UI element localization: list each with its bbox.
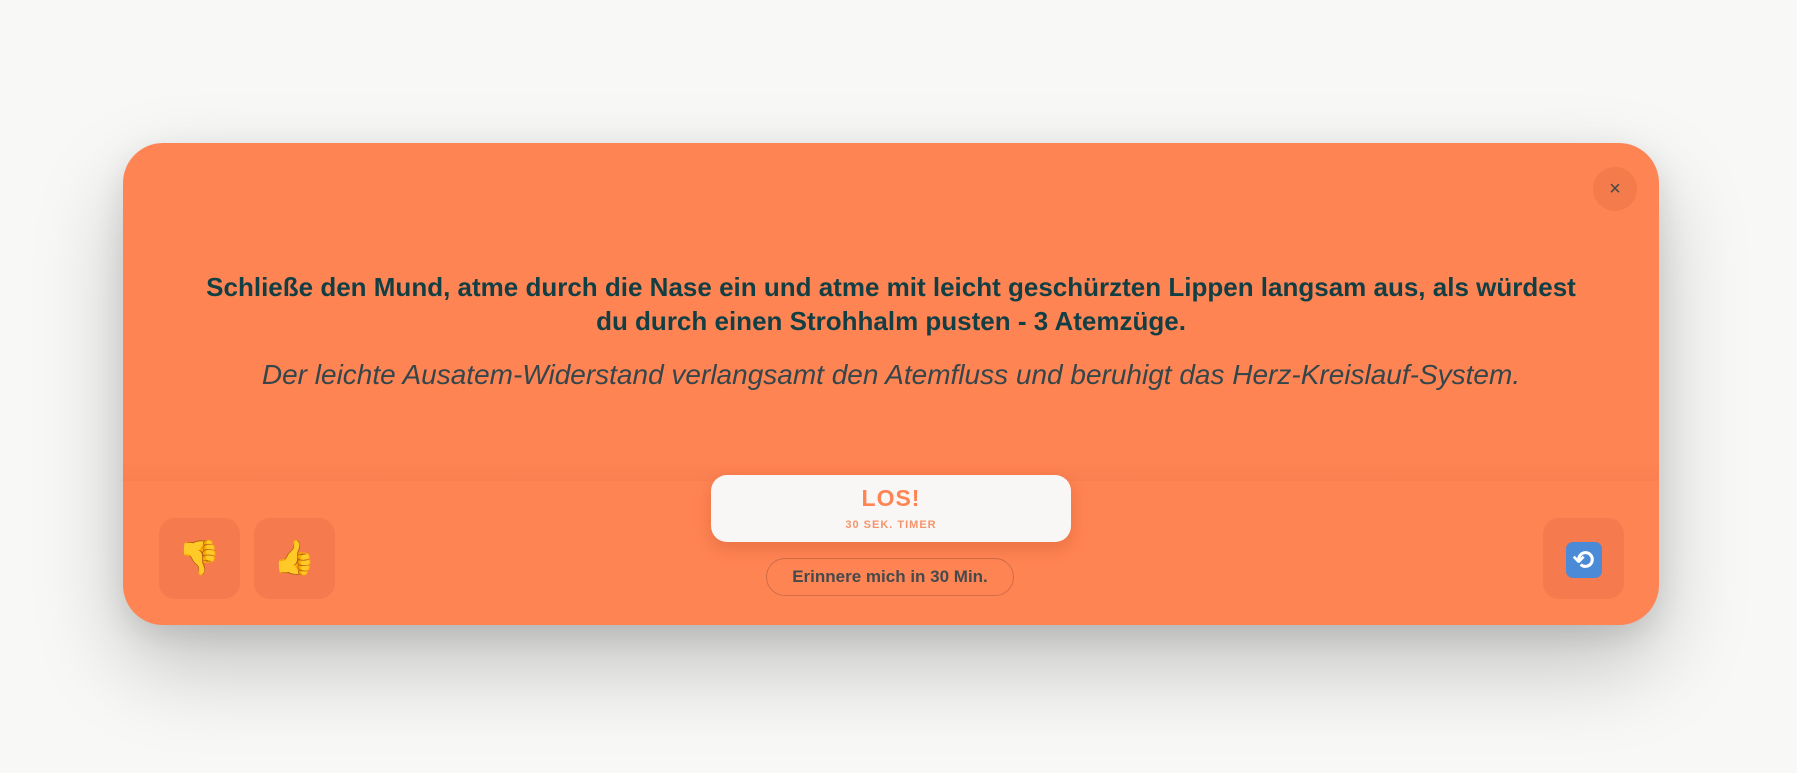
thumbs-down-button[interactable]: 👎 <box>159 518 240 599</box>
repeat-button[interactable]: ⟲ <box>1543 518 1624 599</box>
thumbs-up-button[interactable]: 👍 <box>254 518 335 599</box>
exercise-explanation: Der leichte Ausatem-Widerstand verlangsa… <box>261 359 1521 390</box>
repeat-icon: ⟲ <box>1565 542 1602 578</box>
breathing-exercise-dialog: × Schließe den Mund, atme durch die Nase… <box>123 143 1659 625</box>
exercise-instruction: Schließe den Mund, atme durch die Nase e… <box>206 272 1576 336</box>
start-button-sublabel: 30 SEK. TIMER <box>845 519 937 531</box>
start-button-label: LOS! <box>861 485 921 511</box>
thumbs-down-icon: 👎 <box>178 539 221 577</box>
start-timer-button[interactable]: LOS! 30 SEK. TIMER <box>711 475 1071 542</box>
close-icon[interactable]: × <box>1593 167 1637 211</box>
remind-later-button[interactable]: Erinnere mich in 30 Min. <box>766 558 1014 596</box>
thumbs-up-icon: 👍 <box>273 539 316 577</box>
